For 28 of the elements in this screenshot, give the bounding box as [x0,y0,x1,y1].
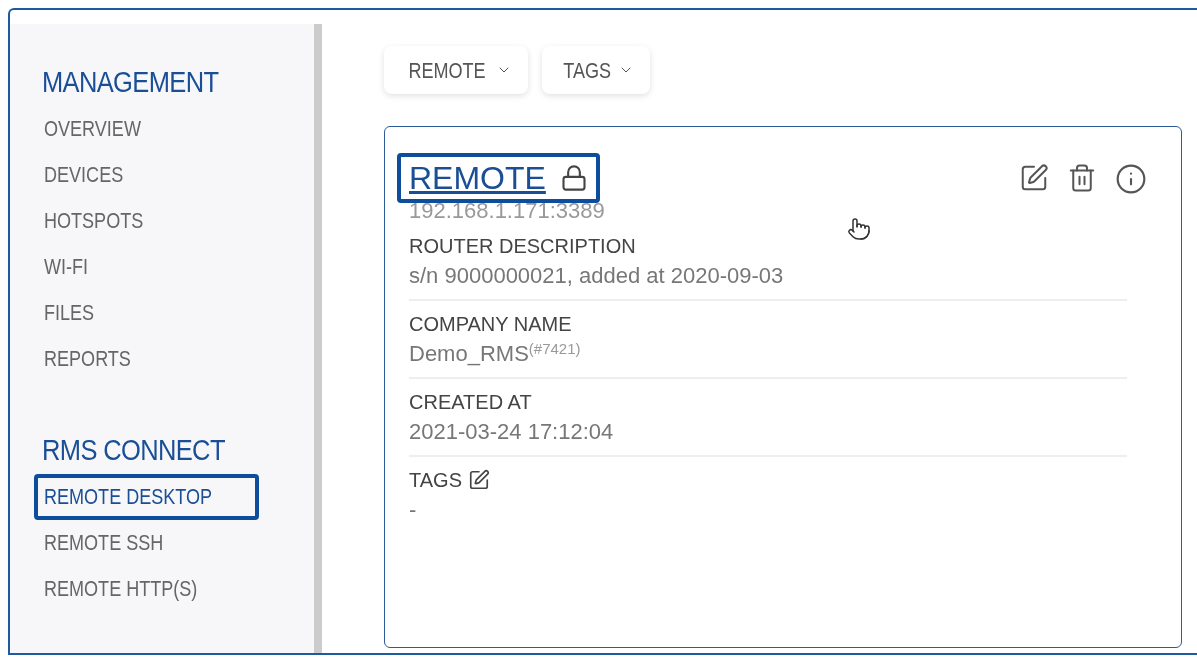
field-label: ROUTER DESCRIPTION [409,234,636,259]
sidebar-item[interactable]: HOTSPOTS [34,198,175,244]
sidebar-item[interactable]: REMOTE DESKTOP [34,474,259,520]
address-text: 192.168.1.171:3389 [409,199,606,223]
filter-dropdown[interactable]: TAGS [542,46,651,94]
field-value: Demo_RMS$^{(#7421)}$ [409,339,582,368]
field-value: s/n 9000000021, added at 2020-09-03 [409,262,785,290]
edit-icon[interactable] [1019,163,1049,193]
field-label: CREATED AT [409,390,532,415]
sidebar-item[interactable]: DEVICES [34,152,151,198]
section-title: MANAGEMENT [42,64,220,100]
section-title: RMS CONNECT [42,432,226,468]
sidebar-item[interactable]: REMOTE SSH [34,520,200,566]
sidebar-item[interactable]: REMOTE HTTP(S) [34,566,241,612]
field-label: COMPANY NAME [409,312,572,337]
sidebar-item[interactable]: OVERVIEW [34,106,173,152]
sidebar-item[interactable]: FILES [34,290,116,336]
sidebar-item[interactable]: WI-FI [34,244,108,290]
filter-dropdown[interactable]: REMOTE [384,46,529,94]
remote-link[interactable]: REMOTE [409,157,546,199]
info-icon[interactable] [1115,163,1147,195]
field-label: TAGS [409,468,462,493]
edit-icon[interactable] [467,469,490,491]
trash-icon[interactable] [1067,163,1097,193]
field-value: - [409,496,418,524]
field-value: 2021-03-24 17:12:04 [409,418,615,446]
sidebar-item[interactable]: REPORTS [34,336,160,382]
hand-pointer-icon [847,217,871,241]
